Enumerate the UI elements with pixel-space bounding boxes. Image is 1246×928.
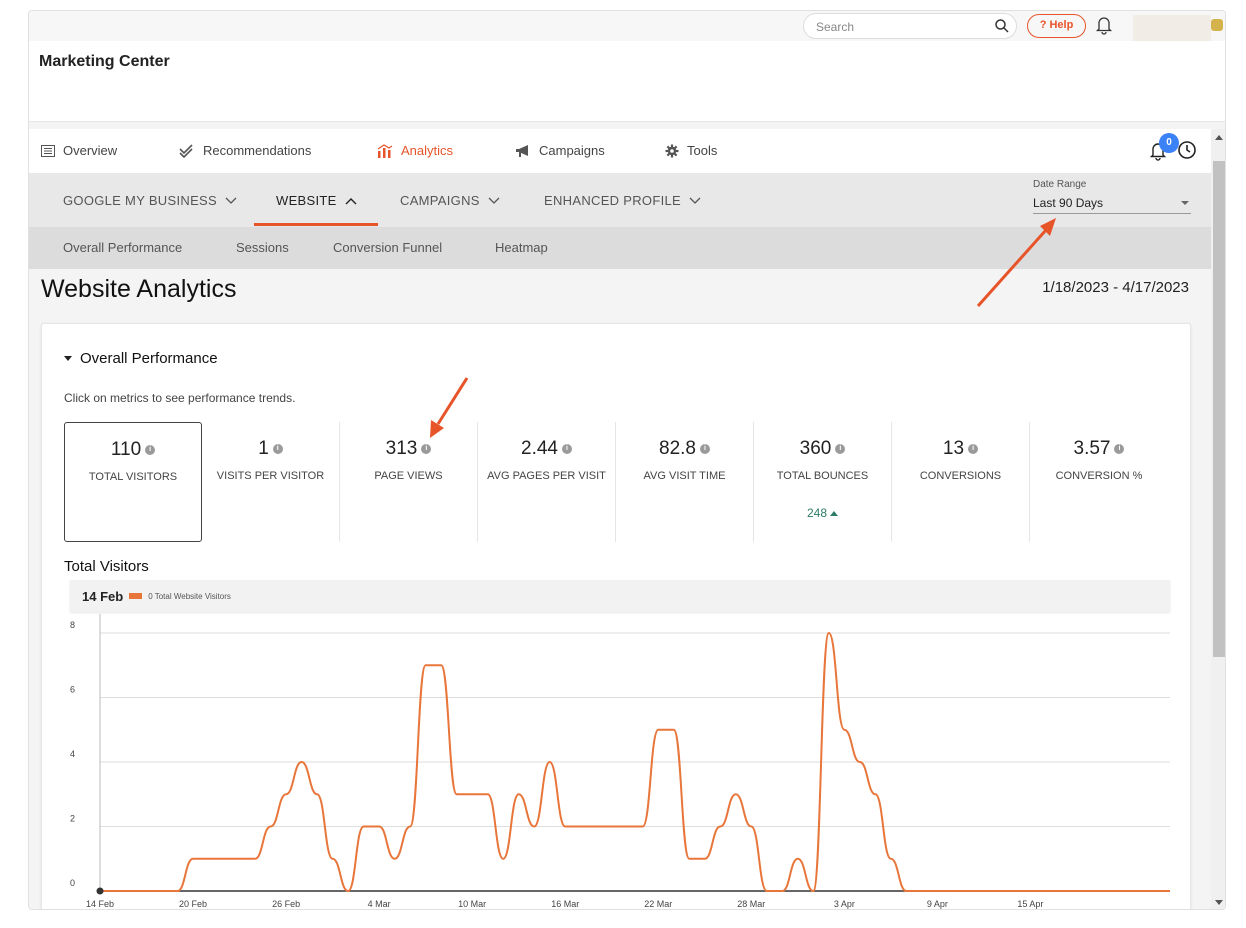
date-range-select[interactable]: Date Range Last 90 Days [1033, 179, 1191, 214]
x-tick-label: 10 Mar [458, 899, 486, 909]
x-tick-label: 15 Apr [1017, 899, 1043, 909]
top-bar: Search ? Help [29, 11, 1225, 43]
search-icon[interactable] [994, 18, 1010, 39]
tab-overview[interactable]: Overview [41, 143, 117, 158]
x-tick-label: 9 Apr [927, 899, 948, 909]
subtab-label: CAMPAIGNS [400, 193, 480, 208]
x-tick-label: 28 Mar [737, 899, 765, 909]
caret-down-icon [1181, 201, 1189, 205]
bar-chart-icon [377, 143, 393, 158]
y-tick-label: 8 [70, 620, 75, 630]
date-range-selected: Last 90 Days [1033, 196, 1104, 210]
notification-button[interactable]: 0 [1149, 133, 1179, 161]
search-placeholder: Search [816, 20, 855, 34]
date-span: 1/18/2023 - 4/17/2023 [1042, 279, 1189, 296]
page-header: Marketing Center [29, 41, 1225, 122]
date-range-value[interactable]: Last 90 Days [1033, 196, 1191, 214]
chevron-up-icon [345, 197, 357, 204]
subtab-label: ENHANCED PROFILE [544, 193, 681, 208]
date-range-label: Date Range [1033, 179, 1087, 190]
y-tick-label: 4 [70, 749, 75, 759]
y-tick-label: 2 [70, 814, 75, 824]
hover-point [96, 887, 104, 895]
main-nav: Overview Recommendations Analytics Campa… [29, 129, 1211, 173]
x-tick-label: 3 Apr [834, 899, 855, 909]
scroll-thumb[interactable] [1213, 161, 1225, 657]
y-tick-label: 0 [70, 878, 75, 888]
visitors-line-chart[interactable]: 0 2 4 6 8 14 Feb 20 Feb 26 Feb 4 Mar 10 Mar 16 Mar… [42, 324, 1192, 910]
chevron-down-icon [689, 197, 701, 204]
sub-nav: GOOGLE MY BUSINESS WEBSITE CAMPAIGNS ENH… [29, 173, 1211, 227]
subtab-label: WEBSITE [276, 193, 337, 208]
subtab-enhanced-profile[interactable]: ENHANCED PROFILE [544, 193, 701, 208]
app-window: Search ? Help Marketing Center Overview … [28, 10, 1226, 910]
section-tab-sessions[interactable]: Sessions [236, 240, 289, 255]
subtab-campaigns[interactable]: CAMPAIGNS [400, 193, 500, 208]
subtab-google-my-business[interactable]: GOOGLE MY BUSINESS [63, 193, 237, 208]
subtab-label: GOOGLE MY BUSINESS [63, 193, 217, 208]
chevron-down-icon [488, 197, 500, 204]
x-tick-label: 14 Feb [86, 899, 114, 909]
section-tab-heatmap[interactable]: Heatmap [495, 240, 548, 255]
x-tick-label: 16 Mar [551, 899, 579, 909]
nav-right-tools: 0 [1149, 133, 1197, 161]
section-tab-overall-performance[interactable]: Overall Performance [63, 240, 182, 255]
active-tab-indicator [254, 223, 378, 226]
user-menu[interactable] [1133, 15, 1211, 43]
tab-campaigns[interactable]: Campaigns [515, 143, 605, 158]
avatar[interactable] [1211, 19, 1223, 31]
help-button[interactable]: ? Help [1027, 14, 1086, 38]
scroll-up-arrow[interactable] [1215, 135, 1223, 140]
page-title: Website Analytics [41, 275, 237, 303]
scrollbar[interactable] [1211, 129, 1225, 909]
notification-badge: 0 [1159, 133, 1179, 153]
chevron-down-icon [225, 197, 237, 204]
gear-icon [665, 144, 679, 157]
x-tick-label: 22 Mar [644, 899, 672, 909]
x-tick-label: 26 Feb [272, 899, 300, 909]
section-tab-conversion-funnel[interactable]: Conversion Funnel [333, 240, 442, 255]
tab-tools[interactable]: Tools [665, 143, 717, 158]
list-icon [41, 144, 55, 157]
performance-card: Overall Performance Click on metrics to … [41, 323, 1192, 910]
tab-label: Recommendations [203, 143, 312, 158]
double-check-icon [179, 143, 193, 158]
tab-recommendations[interactable]: Recommendations [179, 143, 311, 158]
tab-label: Campaigns [539, 143, 605, 158]
tab-label: Overview [63, 143, 118, 158]
section-nav: Overall Performance Sessions Conversion … [29, 227, 1211, 269]
scroll-down-arrow[interactable] [1215, 900, 1223, 905]
clock-icon[interactable] [1177, 140, 1197, 160]
subtab-website[interactable]: WEBSITE [276, 193, 357, 208]
bell-icon[interactable] [1095, 15, 1113, 40]
x-tick-label: 20 Feb [179, 899, 207, 909]
tab-analytics[interactable]: Analytics [377, 143, 453, 158]
tab-label: Analytics [401, 143, 454, 158]
app-title: Marketing Center [39, 53, 170, 70]
megaphone-icon [516, 144, 528, 157]
y-tick-label: 6 [70, 685, 75, 695]
search-input[interactable]: Search [803, 13, 1017, 39]
tab-label: Tools [687, 143, 718, 158]
x-tick-label: 4 Mar [368, 899, 391, 909]
